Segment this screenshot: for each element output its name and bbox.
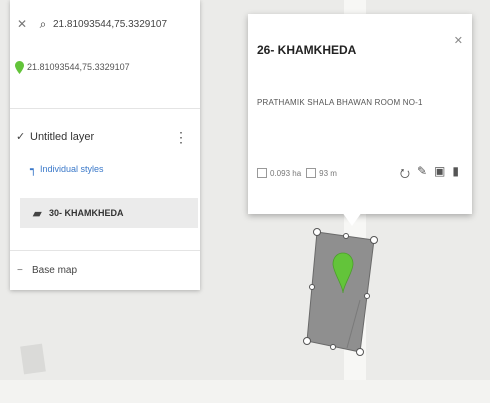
layers-panel: ✕ ⌕ 21.81093544,75.3329107 21.81093544,7… — [10, 0, 200, 290]
perimeter-value: 93 m — [319, 168, 337, 178]
camera-icon[interactable]: ▣ — [434, 164, 445, 185]
layer-header: ✓ Untitled layer ⋮ — [10, 127, 200, 147]
vertex-handle[interactable] — [303, 337, 311, 345]
divider — [10, 108, 200, 109]
popup-pointer — [342, 212, 362, 226]
base-map-row[interactable]: − Base map — [10, 261, 200, 279]
popup-description: PRATHAMIK SHALA BHAWAN ROOM NO-1 — [257, 98, 423, 107]
vertex-handle[interactable] — [364, 293, 370, 299]
popup-title: 26- KHAMKHEDA — [257, 43, 357, 57]
selected-parcel-polygon[interactable] — [306, 231, 375, 353]
green-pin-icon — [15, 60, 24, 74]
layer-name[interactable]: Untitled layer — [30, 131, 94, 143]
vertex-handle[interactable] — [330, 344, 336, 350]
search-icon: ⌕ — [39, 16, 47, 31]
feature-label: 30- KHAMKHEDA — [49, 208, 124, 218]
popup-toolbar: ⭮ ✎ ▣ ▮ — [400, 164, 459, 185]
close-icon[interactable]: ✕ — [454, 34, 463, 47]
area-value: 0.093 ha — [270, 168, 302, 178]
layer-checkbox[interactable]: ✓ — [16, 132, 26, 143]
search-result-row: ✕ ⌕ 21.81093544,75.3329107 — [10, 14, 200, 34]
vertex-handle[interactable] — [309, 284, 315, 290]
vertex-handle[interactable] — [370, 236, 378, 244]
marker-coordinates: 21.81093544,75.3329107 — [27, 62, 130, 72]
area-icon — [257, 168, 267, 178]
feature-list-item[interactable]: ▰ 30- KHAMKHEDA — [20, 198, 198, 228]
close-icon[interactable]: ✕ — [14, 17, 30, 31]
expand-icon[interactable]: − — [17, 265, 27, 276]
more-options-icon[interactable]: ⋮ — [174, 127, 188, 147]
measurements: 0.093 ha 93 m — [257, 168, 337, 178]
marker-row[interactable]: 21.81093544,75.3329107 — [10, 57, 200, 77]
polygon-icon: ▰ — [33, 207, 42, 220]
search-coordinates[interactable]: 21.81093544,75.3329107 — [53, 19, 167, 30]
pencil-icon[interactable]: ✎ — [417, 164, 427, 185]
feature-info-popup: 26- KHAMKHEDA ✕ PRATHAMIK SHALA BHAWAN R… — [248, 14, 472, 214]
vertex-handle[interactable] — [313, 228, 321, 236]
paint-bucket-icon[interactable]: ⭮ — [400, 164, 410, 185]
divider — [10, 250, 200, 251]
vertex-handle[interactable] — [356, 348, 364, 356]
trash-icon[interactable]: ▮ — [452, 164, 459, 185]
styles-label: Individual styles — [40, 164, 104, 174]
paint-roller-icon: ┑ — [30, 163, 37, 176]
vertex-handle[interactable] — [343, 233, 349, 239]
base-map-label: Base map — [32, 264, 78, 276]
individual-styles-link[interactable]: ┑ Individual styles — [10, 160, 200, 178]
perimeter-icon — [306, 168, 317, 178]
